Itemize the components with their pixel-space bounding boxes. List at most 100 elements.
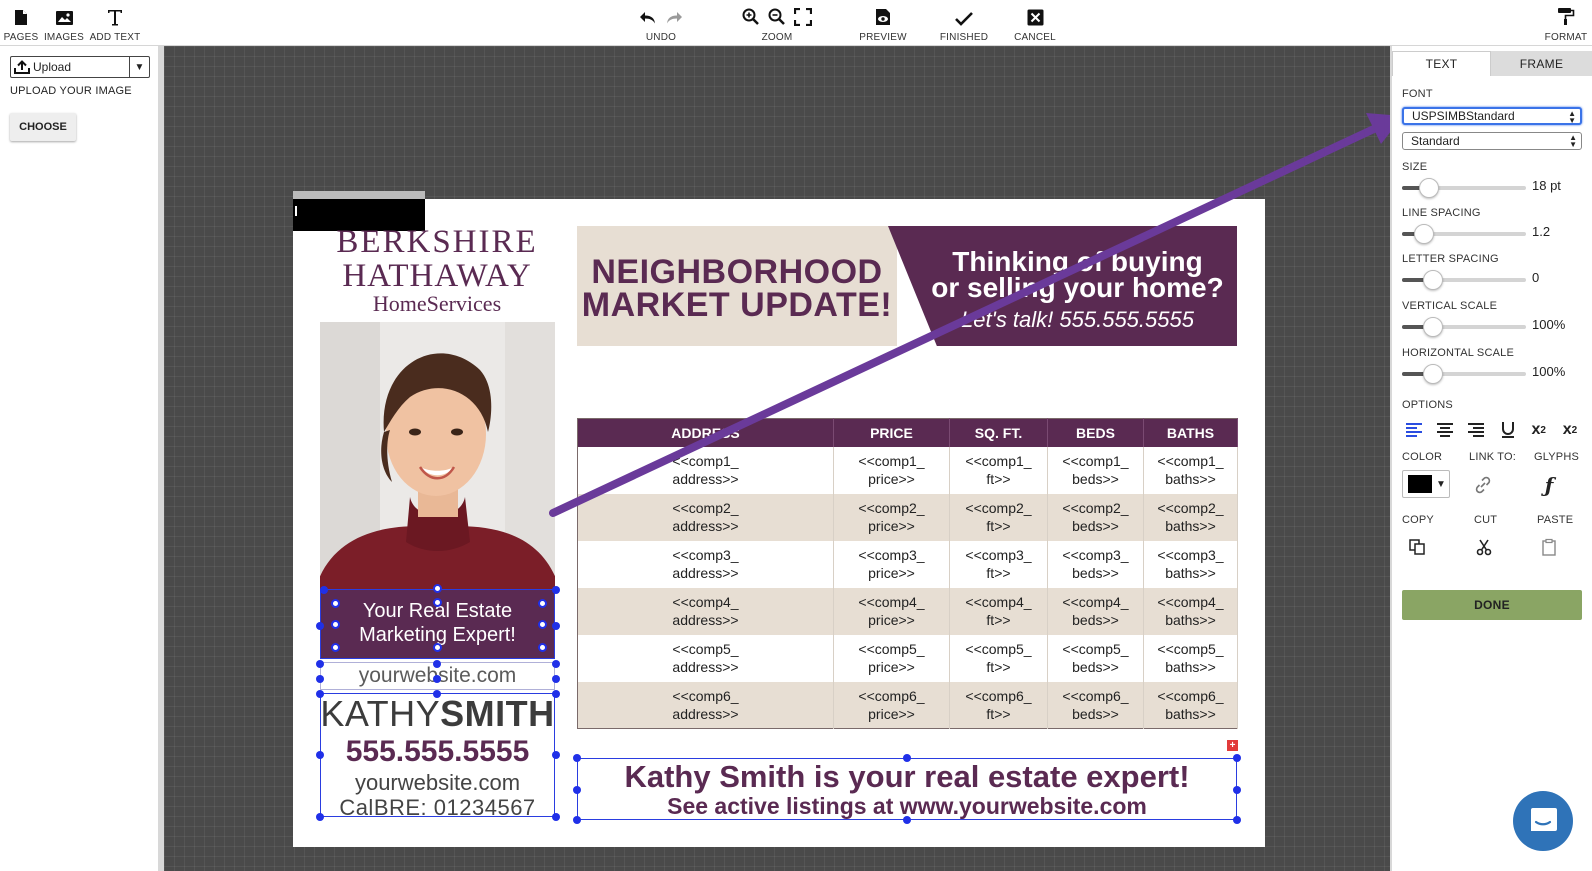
table-cell[interactable]: <<comp2_ ft>>	[949, 493, 1048, 541]
table-cell[interactable]: <<comp5_ beds>>	[1047, 634, 1144, 682]
resize-handle[interactable]	[552, 622, 560, 630]
letter-spacing-slider-knob[interactable]	[1423, 270, 1443, 290]
table-cell[interactable]: <<comp2_ baths>>	[1143, 493, 1238, 541]
agent-license[interactable]: CalBRE: 01234567	[320, 795, 555, 821]
resize-handle[interactable]	[433, 660, 441, 668]
size-slider-knob[interactable]	[1419, 178, 1440, 198]
preview-button[interactable]: PREVIEW	[858, 0, 908, 46]
table-cell[interactable]: <<comp1_ price>>	[833, 446, 950, 494]
resize-handle[interactable]	[433, 690, 441, 698]
horizontal-scale-slider[interactable]	[1402, 364, 1526, 384]
table-cell[interactable]: <<comp6_ ft>>	[949, 681, 1048, 729]
chat-support-button[interactable]	[1513, 791, 1573, 851]
resize-handle[interactable]	[433, 643, 442, 652]
resize-handle[interactable]	[316, 622, 324, 630]
resize-handle[interactable]	[552, 675, 560, 683]
copy-icon[interactable]	[1405, 535, 1429, 559]
table-cell[interactable]: <<comp2_ address>>	[577, 493, 834, 541]
table-cell[interactable]: <<comp1_ ft>>	[949, 446, 1048, 494]
undo-icon[interactable]	[639, 10, 657, 26]
table-cell[interactable]: <<comp3_ beds>>	[1047, 540, 1144, 588]
resize-handle[interactable]	[320, 586, 328, 594]
text-color-picker[interactable]: ▼	[1402, 470, 1450, 498]
align-center-icon[interactable]	[1433, 419, 1457, 441]
table-cell[interactable]: <<comp2_ price>>	[833, 493, 950, 541]
cancel-button[interactable]: CANCEL	[1012, 0, 1058, 46]
redo-icon[interactable]	[665, 10, 683, 26]
resize-handle[interactable]	[433, 675, 441, 683]
resize-handle[interactable]	[433, 598, 442, 607]
table-cell[interactable]: <<comp2_ beds>>	[1047, 493, 1144, 541]
resize-handle[interactable]	[552, 690, 560, 698]
market-update-banner[interactable]: NEIGHBORHOOD MARKET UPDATE!	[577, 226, 897, 346]
superscript-icon[interactable]: x2	[1527, 419, 1551, 441]
tab-text[interactable]: TEXT	[1392, 51, 1491, 76]
table-cell[interactable]: <<comp4_ ft>>	[949, 587, 1048, 635]
resize-handle[interactable]	[552, 813, 560, 821]
link-icon[interactable]	[1471, 473, 1495, 497]
done-button[interactable]: DONE	[1402, 590, 1582, 620]
images-button[interactable]: IMAGES	[44, 0, 84, 46]
resize-handle[interactable]	[316, 751, 324, 759]
zoom-out-icon[interactable]	[768, 8, 786, 26]
align-left-icon[interactable]	[1402, 419, 1426, 441]
table-cell[interactable]: <<comp3_ price>>	[833, 540, 950, 588]
table-cell[interactable]: <<comp6_ baths>>	[1143, 681, 1238, 729]
upload-source-select[interactable]: Upload ▼	[10, 56, 150, 78]
resize-handle[interactable]	[538, 599, 547, 608]
table-cell[interactable]: <<comp4_ baths>>	[1143, 587, 1238, 635]
table-cell[interactable]: <<comp1_ address>>	[577, 446, 834, 494]
resize-handle[interactable]	[331, 643, 340, 652]
resize-handle[interactable]	[316, 675, 324, 683]
resize-handle[interactable]	[552, 751, 560, 759]
table-cell[interactable]: <<comp5_ ft>>	[949, 634, 1048, 682]
resize-handle[interactable]	[331, 620, 340, 629]
add-frame-icon[interactable]: +	[1227, 740, 1238, 751]
horizontal-scale-slider-knob[interactable]	[1423, 364, 1443, 384]
cta-headline[interactable]: Kathy Smith is your real estate expert!	[577, 759, 1237, 795]
table-cell[interactable]: <<comp6_ price>>	[833, 681, 950, 729]
resize-handle[interactable]	[316, 813, 324, 821]
resize-handle[interactable]	[316, 690, 324, 698]
font-style-select[interactable]: Standard ▲ ▼	[1402, 132, 1582, 150]
tab-frame[interactable]: FRAME	[1491, 51, 1592, 76]
scissors-icon[interactable]	[1472, 535, 1496, 559]
resize-handle[interactable]	[538, 643, 547, 652]
pages-button[interactable]: PAGES	[4, 0, 38, 46]
letter-spacing-slider[interactable]	[1402, 270, 1526, 290]
resize-handle[interactable]	[331, 599, 340, 608]
resize-handle[interactable]	[433, 584, 442, 593]
vertical-scale-slider[interactable]	[1402, 317, 1526, 337]
agent-website[interactable]: yourwebsite.com	[320, 770, 555, 796]
banner-callout-line-3[interactable]: Let's talk! 555.555.5555	[918, 306, 1237, 334]
logo-line-2[interactable]: HATHAWAY	[317, 260, 557, 293]
table-cell[interactable]: <<comp6_ beds>>	[1047, 681, 1144, 729]
resize-handle[interactable]	[316, 660, 324, 668]
table-cell[interactable]: <<comp5_ price>>	[833, 634, 950, 682]
line-spacing-slider-knob[interactable]	[1414, 224, 1435, 244]
table-cell[interactable]: <<comp4_ price>>	[833, 587, 950, 635]
cta-subline[interactable]: See active listings at www.yourwebsite.c…	[577, 793, 1237, 820]
underline-icon[interactable]	[1496, 419, 1520, 441]
add-text-button[interactable]: ADD TEXT	[90, 0, 140, 46]
logo-line-3[interactable]: HomeServices	[317, 293, 557, 315]
subscript-icon[interactable]: x2	[1558, 419, 1582, 441]
table-cell[interactable]: <<comp1_ baths>>	[1143, 446, 1238, 494]
table-cell[interactable]: <<comp5_ address>>	[577, 634, 834, 682]
banner-callout-line-2[interactable]: or selling your home?	[918, 274, 1237, 302]
agent-name[interactable]: KATHYSMITH	[320, 693, 555, 735]
line-spacing-slider[interactable]	[1402, 224, 1526, 244]
comparables-table[interactable]: ADDRESS PRICE SQ. FT. BEDS BATHS <<comp1…	[577, 418, 1238, 729]
resize-handle[interactable]	[538, 620, 547, 629]
choose-button[interactable]: CHOOSE	[10, 113, 76, 141]
vertical-scale-slider-knob[interactable]	[1423, 317, 1443, 337]
finished-button[interactable]: FINISHED	[938, 0, 990, 46]
resize-handle[interactable]	[552, 660, 560, 668]
zoom-in-icon[interactable]	[742, 8, 760, 26]
font-family-select[interactable]: USPSIMBStandard ▲ ▼	[1402, 107, 1582, 125]
fit-screen-icon[interactable]	[794, 8, 812, 26]
format-button[interactable]: FORMAT	[1544, 0, 1588, 46]
resize-handle[interactable]	[552, 586, 560, 594]
table-cell[interactable]: <<comp4_ beds>>	[1047, 587, 1144, 635]
align-right-icon[interactable]	[1464, 419, 1488, 441]
